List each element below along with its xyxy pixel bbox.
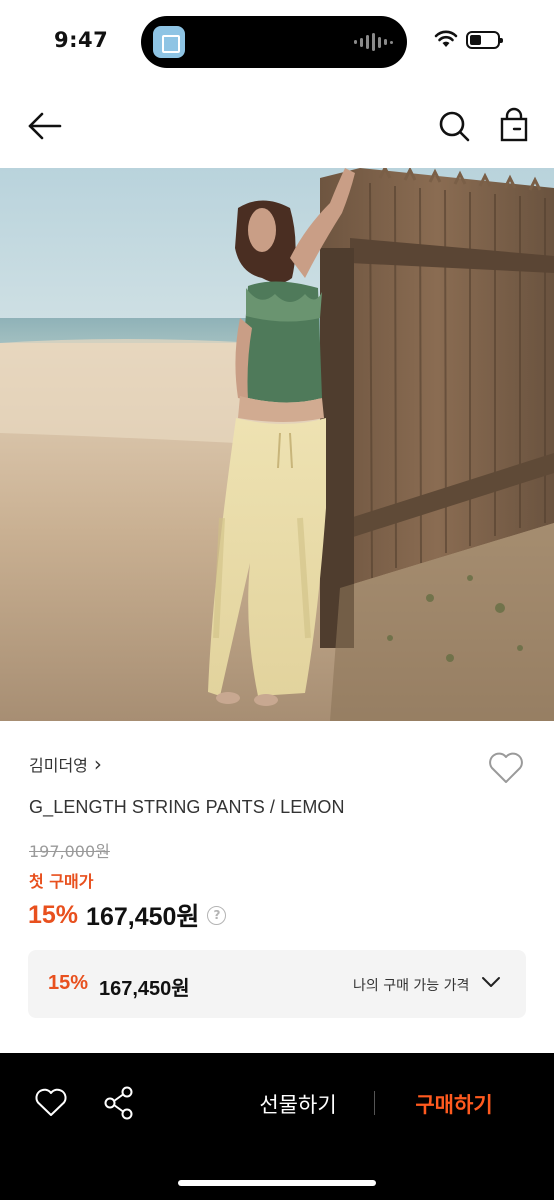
shopping-bag-button[interactable] <box>494 106 534 146</box>
first-purchase-label: 첫 구매가 <box>29 872 94 891</box>
product-photo <box>0 168 554 721</box>
home-indicator[interactable] <box>178 1180 376 1186</box>
battery-icon <box>466 31 503 49</box>
my-price-dropdown[interactable]: 15% 167,450원 나의 구매 가능 가격 <box>28 950 526 1018</box>
price-row: 15% 167,450원 ? <box>28 897 227 933</box>
sale-price: 167,450원 <box>86 903 200 931</box>
my-price-label: 나의 구매 가능 가격 <box>353 978 470 994</box>
search-button[interactable] <box>434 106 474 146</box>
status-time: 9:47 <box>54 28 109 52</box>
bottom-wishlist-button[interactable] <box>33 1087 69 1119</box>
brand-link[interactable]: 김미더영 › <box>29 752 102 776</box>
chevron-right-icon: › <box>93 752 102 776</box>
brand-name: 김미더영 <box>29 756 88 775</box>
gift-button[interactable]: 선물하기 <box>236 1087 360 1121</box>
my-price-value: 167,450원 <box>99 978 190 1000</box>
buy-button[interactable]: 구매하기 <box>392 1087 516 1121</box>
heart-icon <box>489 752 523 783</box>
search-icon <box>439 111 470 142</box>
status-bar: 9:47 <box>0 0 554 84</box>
button-divider <box>374 1091 375 1115</box>
bottom-action-bar: 선물하기 구매하기 <box>0 1053 554 1200</box>
question-circle-icon[interactable]: ? <box>207 905 227 925</box>
shopping-bag-icon <box>500 107 528 142</box>
wishlist-button[interactable] <box>486 750 526 786</box>
heart-icon <box>35 1088 67 1116</box>
island-app-icon <box>153 26 185 58</box>
dynamic-island <box>141 16 407 68</box>
share-icon <box>104 1086 133 1120</box>
discount-rate: 15% <box>28 900 79 929</box>
wifi-icon <box>434 30 458 47</box>
my-price-discount: 15% <box>48 972 89 994</box>
original-price: 197,000원 <box>29 842 110 861</box>
product-name: G_LENGTH STRING PANTS / LEMON <box>29 797 345 817</box>
product-image[interactable] <box>0 168 554 721</box>
chevron-down-icon <box>482 977 500 987</box>
arrow-left-icon <box>28 112 62 140</box>
back-button[interactable] <box>24 106 68 146</box>
top-navigation <box>0 84 554 168</box>
share-button[interactable] <box>102 1085 136 1121</box>
audio-wave-icon <box>354 33 393 51</box>
